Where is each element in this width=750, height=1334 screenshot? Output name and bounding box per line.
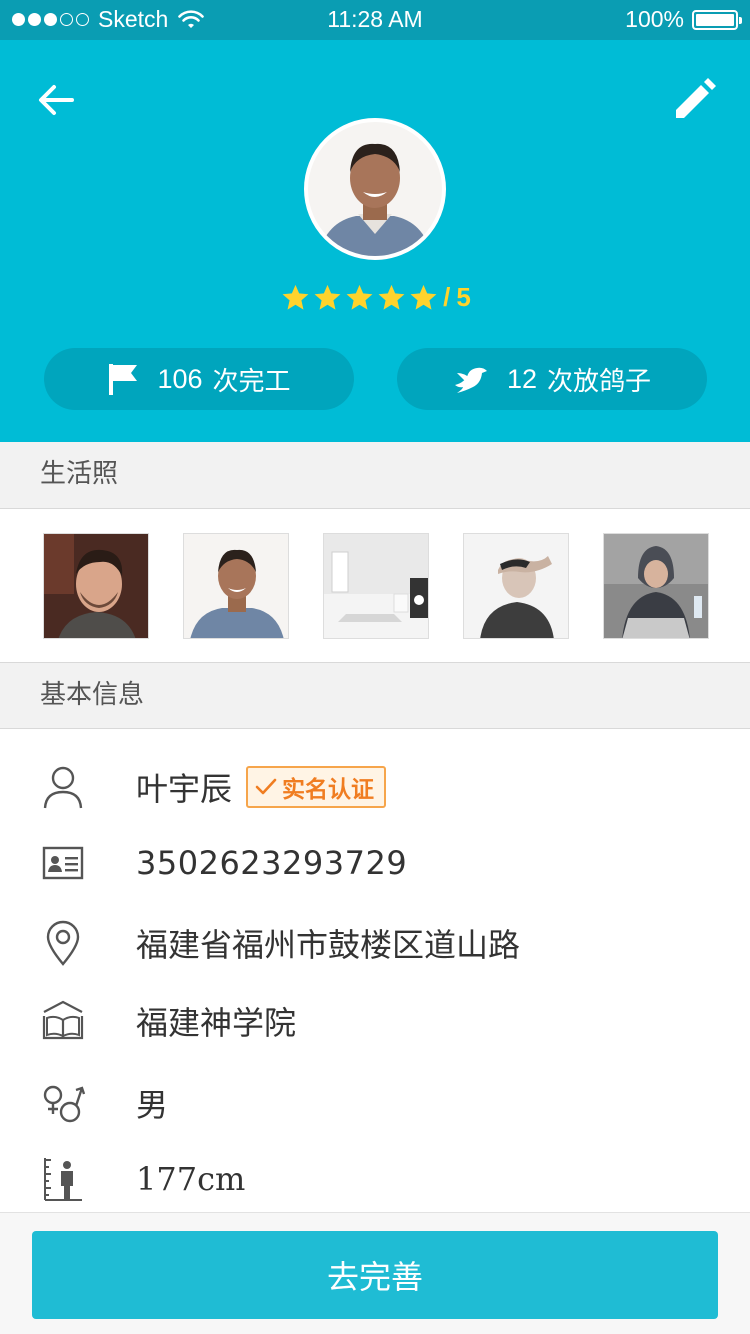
back-button[interactable] [30,74,82,126]
info-row-gender: 男 [0,1064,750,1142]
info-row-address: 福建省福州市鼓楼区道山路 [0,904,750,982]
info-row-name: 叶宇辰 实名认证 [0,748,750,826]
photo-thumbnail[interactable] [323,533,429,639]
photos-section-title: 生活照 [0,442,750,509]
profile-name: 叶宇辰 [136,770,233,808]
footer-bar: 去完善 [0,1212,750,1334]
photo-thumbnail[interactable] [603,533,709,639]
photo-man-hoodie-laptop [604,534,708,638]
rating: / 5 [0,282,750,313]
battery-icon [692,9,742,30]
pencil-icon [676,78,716,118]
rating-separator: / [443,282,451,312]
info-row-school: 福建神学院 [0,982,750,1060]
school: 福建神学院 [136,1004,297,1042]
flag-icon [109,364,138,395]
location-pin-icon [46,920,80,966]
photo-thumbnail[interactable] [463,533,569,639]
verified-badge: 实名认证 [246,766,387,808]
book-icon [42,1000,84,1040]
no-show-count: 12 [506,363,538,394]
battery-percent: 100% [625,6,684,32]
star-icon [378,284,405,310]
photo-desk-laptop [324,534,428,638]
status-right: 100% [625,6,742,33]
rating-max: 5 [456,282,471,312]
gender-icon [43,1085,86,1123]
photo-thumbnail[interactable] [183,533,289,639]
photo-man-bearded [44,534,148,638]
id-number: 3502623293729 [136,844,408,882]
star-icon [410,284,437,310]
rating-stars [279,283,439,312]
gender: 男 [136,1086,169,1124]
photo-man-covering-eyes [464,534,568,638]
id-card-icon [42,846,84,880]
address: 福建省福州市鼓楼区道山路 [136,926,521,964]
complete-profile-button[interactable]: 去完善 [32,1231,718,1319]
star-icon [282,284,309,310]
avatar[interactable] [304,118,446,260]
height-ruler-icon [44,1158,82,1201]
star-icon [314,284,341,310]
status-bar: Sketch 11:28 AM 100% [0,0,750,40]
info-section-title: 基本信息 [0,662,750,729]
photo-thumbnail[interactable] [43,533,149,639]
check-icon [255,778,277,795]
verified-label: 实名认证 [282,777,375,803]
no-show-label: 次放鸽子 [547,366,652,397]
star-icon [346,284,373,310]
no-show-button[interactable]: 12 次放鸽子 [397,348,707,410]
avatar-portrait [308,122,442,256]
completed-label: 次完工 [212,366,291,397]
completed-count: 106 [157,363,203,394]
profile-header: / 5 106 次完工 12 次放鸽子 [0,40,750,442]
info-row-id: 3502623293729 [0,824,750,902]
edit-button[interactable] [668,74,720,126]
info-row-height: 177cm [0,1140,750,1218]
bird-icon [454,367,487,393]
height: 177cm [136,1160,246,1198]
arrow-left-icon [39,85,74,115]
life-photos [0,509,750,662]
person-icon [43,766,83,809]
completed-jobs-button[interactable]: 106 次完工 [44,348,354,410]
photo-man-smiling [184,534,288,638]
